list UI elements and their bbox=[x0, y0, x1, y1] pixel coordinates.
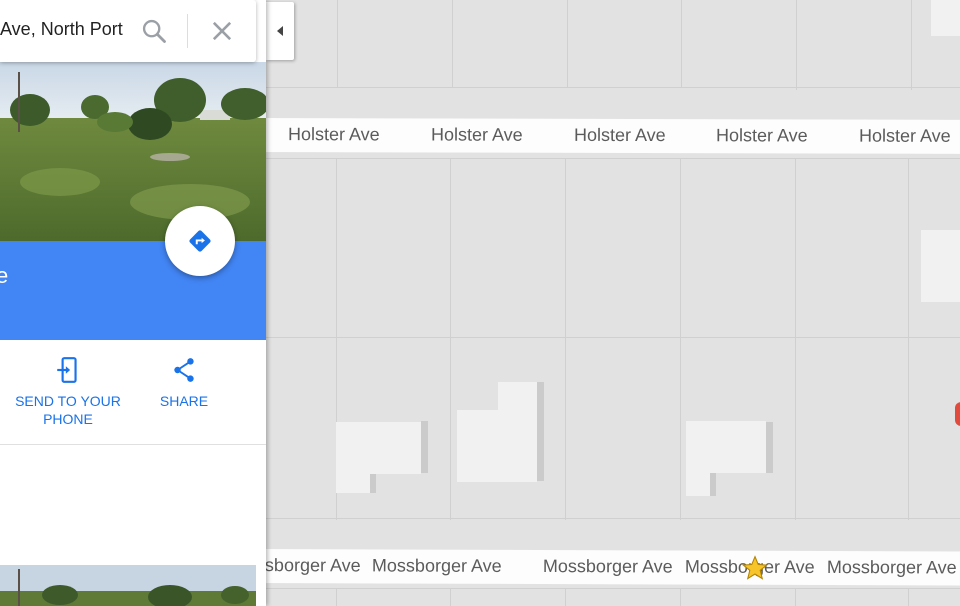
lot-line bbox=[266, 588, 960, 589]
close-icon[interactable] bbox=[208, 17, 236, 45]
building-shadow bbox=[709, 473, 716, 496]
building bbox=[457, 410, 537, 482]
road-mossborger-ave: Mossborger Ave Mossborger Ave Mossborger… bbox=[231, 549, 960, 586]
lot-line bbox=[680, 158, 681, 520]
lot-line bbox=[266, 87, 960, 88]
send-to-phone-button[interactable]: SEND TO YOUR PHONE bbox=[8, 356, 128, 428]
directions-icon bbox=[189, 230, 211, 252]
building bbox=[336, 422, 421, 474]
lot-line bbox=[266, 337, 960, 338]
lot-line bbox=[567, 0, 568, 88]
place-title: e bbox=[0, 263, 9, 288]
directions-button[interactable] bbox=[165, 206, 235, 276]
share-label: SHARE bbox=[159, 393, 209, 409]
building-shadow bbox=[421, 421, 428, 473]
lot-line bbox=[565, 158, 566, 520]
collapse-panel-button[interactable] bbox=[266, 2, 294, 60]
share-icon bbox=[174, 358, 194, 382]
caret-left-icon bbox=[277, 26, 283, 36]
place-photo[interactable] bbox=[0, 62, 266, 242]
share-button[interactable]: SHARE bbox=[124, 356, 244, 410]
building-shadow bbox=[369, 474, 376, 493]
lot-line bbox=[680, 588, 681, 606]
lot-line bbox=[266, 518, 960, 519]
building bbox=[686, 421, 766, 473]
search-box[interactable]: Ave, North Port bbox=[0, 0, 256, 62]
building bbox=[498, 382, 537, 412]
lot-line bbox=[908, 158, 909, 520]
lot-line bbox=[336, 588, 337, 606]
building-shadow bbox=[537, 382, 544, 481]
building bbox=[686, 473, 710, 496]
road-label: Mossborger Ave bbox=[542, 556, 673, 577]
place-photo-image bbox=[0, 62, 266, 242]
lot-line bbox=[796, 0, 797, 90]
building bbox=[931, 0, 960, 36]
lot-line bbox=[450, 588, 451, 606]
lot-line bbox=[266, 158, 960, 159]
lot-line bbox=[681, 0, 682, 88]
road-label: Holster Ave bbox=[573, 124, 666, 146]
divider bbox=[0, 444, 266, 445]
lot-line bbox=[450, 158, 451, 520]
building bbox=[921, 230, 960, 302]
lot-line bbox=[795, 158, 796, 520]
directions-label[interactable]: Directions bbox=[150, 538, 250, 555]
lot-line bbox=[795, 588, 796, 606]
search-input[interactable]: Ave, North Port bbox=[0, 19, 124, 40]
lot-line bbox=[337, 0, 338, 88]
road-label: Mossborger Ave bbox=[371, 555, 502, 576]
road-label: Holster Ave bbox=[430, 124, 523, 145]
location-pin-icon[interactable] bbox=[955, 402, 960, 426]
building-shadow bbox=[766, 422, 773, 473]
road-label: Holster Ave bbox=[858, 125, 951, 146]
divider bbox=[187, 14, 188, 48]
search-icon[interactable] bbox=[140, 17, 168, 45]
building bbox=[336, 474, 370, 493]
saved-place-star-icon[interactable] bbox=[742, 555, 768, 581]
road-holster-ave: Holster Ave Holster Ave Holster Ave Hols… bbox=[249, 118, 960, 154]
photo-thumbnail-image bbox=[0, 565, 256, 606]
photo-thumbnail[interactable] bbox=[0, 565, 256, 606]
send-to-phone-label: SEND TO YOUR PHONE bbox=[15, 393, 121, 427]
road-label: Mossborger Ave bbox=[826, 557, 957, 578]
lot-line bbox=[565, 588, 566, 606]
road-label: Holster Ave bbox=[715, 125, 808, 146]
lot-line bbox=[908, 588, 909, 606]
lot-line bbox=[452, 0, 453, 88]
place-panel: Ave, North Port e Directions SEND TO YOU… bbox=[0, 0, 266, 606]
lot-line bbox=[911, 0, 912, 90]
road-label: Holster Ave bbox=[287, 124, 380, 145]
send-to-phone-icon bbox=[57, 357, 77, 383]
